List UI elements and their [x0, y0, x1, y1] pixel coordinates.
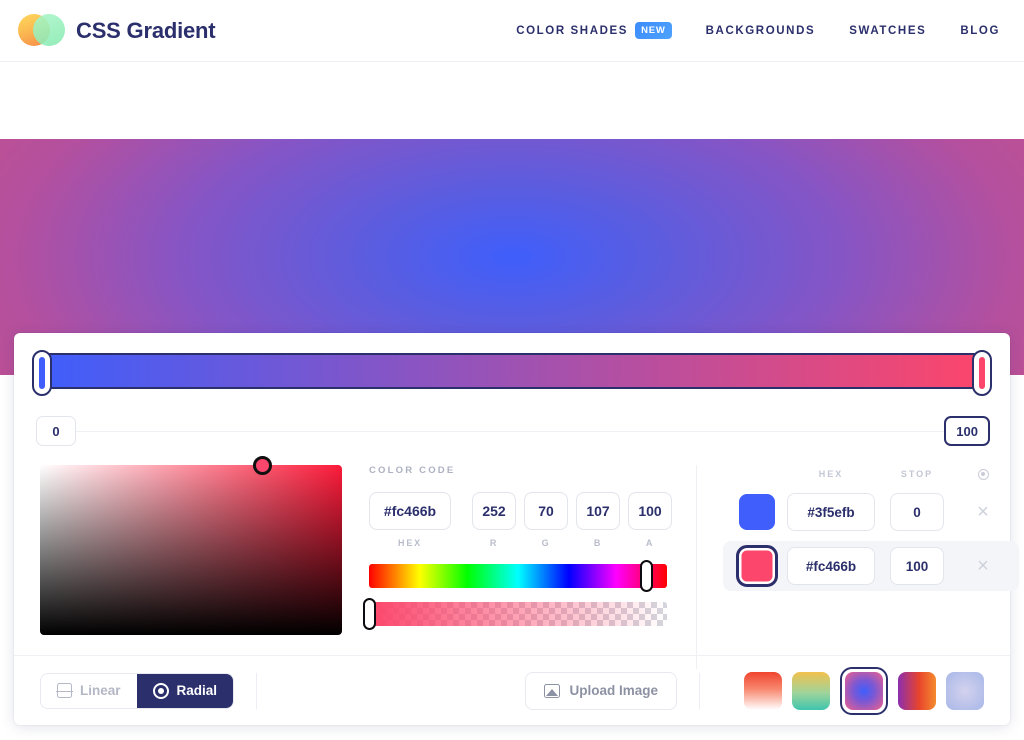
- nav-label-swatches: Swatches: [849, 24, 927, 37]
- stop-color-chip-2[interactable]: [736, 545, 778, 587]
- stop-value-cell-1: [879, 493, 955, 531]
- saturation-value-column: [40, 456, 342, 669]
- preset-swatch-strip: [744, 666, 984, 715]
- gradient-preview-strip[interactable]: [32, 350, 992, 396]
- image-icon: [544, 683, 561, 698]
- blue-field-label: B: [593, 538, 603, 548]
- color-code-label: Color Code: [369, 465, 456, 476]
- gradient-handle-end[interactable]: [972, 350, 992, 396]
- radial-gradient-icon: [152, 682, 169, 699]
- delete-stop-icon-1[interactable]: ×: [977, 502, 989, 522]
- red-input[interactable]: [472, 492, 516, 530]
- stop-hex-cell-1: [783, 493, 879, 531]
- stop-delete-cell-2: ×: [955, 556, 1011, 576]
- color-stop-list: HEX STOP ×: [696, 465, 1019, 669]
- alpha-field-label: A: [645, 538, 655, 548]
- alpha-field-group: A: [628, 492, 672, 548]
- preset-swatch-5[interactable]: [946, 671, 984, 710]
- nav-item-color-shades[interactable]: Color Shades NEW: [516, 22, 672, 39]
- red-field-label: R: [489, 538, 499, 548]
- green-field-label: G: [541, 538, 551, 548]
- saturation-value-box[interactable]: [40, 456, 342, 635]
- handle-color-start: [39, 357, 45, 389]
- blue-field-group: B: [576, 492, 620, 548]
- gradient-editor-card: 0 100 Color Code HEX R: [14, 333, 1019, 725]
- gradient-strip-area: [14, 333, 1010, 409]
- stop-hex-input-2[interactable]: [787, 547, 875, 585]
- two-circles-logo: [18, 13, 65, 48]
- radial-type-label: Radial: [176, 683, 218, 698]
- stop-position-end[interactable]: 100: [944, 416, 990, 446]
- stop-list-row-1[interactable]: ×: [723, 487, 1019, 537]
- nav-item-backgrounds[interactable]: Backgrounds: [706, 25, 816, 37]
- header-stop: STOP: [900, 469, 934, 479]
- nav-badge-new: NEW: [635, 22, 672, 39]
- hue-slider[interactable]: [369, 560, 667, 592]
- stop-color-chip-1[interactable]: [739, 494, 775, 530]
- stop-position-row: 0 100: [36, 409, 990, 453]
- stop-value-input-1[interactable]: [890, 493, 944, 531]
- header-actions: [955, 468, 1011, 480]
- handle-color-end: [979, 357, 985, 389]
- preset-wrap-5: [946, 671, 984, 710]
- preset-swatch-2[interactable]: [792, 671, 830, 710]
- header-hex: HEX: [818, 469, 844, 479]
- brand-name: CSS Gradient: [76, 17, 216, 43]
- stop-swatch-cell-2: [731, 545, 783, 587]
- alpha-slider[interactable]: [363, 598, 667, 630]
- stop-list-row-2[interactable]: ×: [723, 541, 1019, 591]
- alpha-slider-handle[interactable]: [363, 598, 376, 630]
- color-picker-body: Color Code HEX R G B: [14, 453, 1019, 669]
- stop-delete-cell-1: ×: [955, 502, 1011, 522]
- green-field-group: G: [524, 492, 568, 548]
- preset-wrap-3: [840, 666, 888, 715]
- linear-gradient-icon: [56, 683, 73, 698]
- stop-list-header: HEX STOP: [723, 465, 1019, 483]
- red-field-group: R: [472, 492, 516, 548]
- editor-toolbar: Linear Radial Upload Image: [14, 655, 1010, 725]
- nav-item-blog[interactable]: Blog: [960, 25, 1000, 37]
- linear-type-label: Linear: [80, 683, 121, 698]
- hex-field-group: HEX: [369, 492, 451, 548]
- logo-circle-green: [33, 13, 65, 46]
- color-code-inputs: HEX R G B A: [369, 492, 672, 548]
- preset-wrap-1: [744, 671, 782, 710]
- toolbar-divider-left: [256, 672, 258, 709]
- color-code-column: Color Code HEX R G B: [342, 465, 672, 669]
- stop-hex-cell-2: [783, 547, 879, 585]
- add-stop-icon[interactable]: [977, 468, 989, 480]
- nav-label-blog: Blog: [960, 24, 1000, 37]
- gradient-handle-start[interactable]: [32, 350, 52, 396]
- stop-value-cell-2: [879, 547, 955, 585]
- site-header: CSS Gradient Color Shades NEW Background…: [0, 0, 1024, 62]
- nav-label-color-shades: Color Shades: [516, 24, 629, 37]
- preset-wrap-4: [898, 671, 936, 710]
- hue-slider-handle[interactable]: [640, 560, 654, 592]
- brand-logo-link[interactable]: CSS Gradient: [18, 13, 216, 48]
- linear-type-button[interactable]: Linear: [41, 673, 137, 708]
- toolbar-divider-right: [699, 672, 700, 709]
- upload-image-label: Upload Image: [569, 683, 658, 698]
- nav-label-backgrounds: Backgrounds: [705, 24, 816, 37]
- hex-field-label: HEX: [398, 538, 422, 548]
- preset-swatch-3[interactable]: [845, 671, 883, 710]
- green-input[interactable]: [524, 492, 568, 530]
- saturation-value-cursor[interactable]: [253, 456, 272, 475]
- stop-position-start[interactable]: 0: [36, 416, 76, 446]
- nav-item-swatches[interactable]: Swatches: [849, 25, 926, 37]
- gradient-type-toggle: Linear Radial: [40, 672, 235, 709]
- preset-swatch-4[interactable]: [898, 671, 936, 710]
- alpha-input[interactable]: [628, 492, 672, 530]
- preset-wrap-2: [792, 671, 830, 710]
- stop-swatch-cell-1: [731, 494, 783, 530]
- blue-input[interactable]: [576, 492, 620, 530]
- stop-value-input-2[interactable]: [890, 547, 944, 585]
- preset-swatch-1[interactable]: [744, 671, 782, 710]
- delete-stop-icon-2[interactable]: ×: [977, 556, 989, 576]
- radial-type-button[interactable]: Radial: [136, 673, 234, 708]
- hex-input[interactable]: [369, 492, 451, 530]
- stop-hex-input-1[interactable]: [787, 493, 875, 531]
- upload-image-button[interactable]: Upload Image: [525, 671, 677, 710]
- main-nav: Color Shades NEW Backgrounds Swatches Bl…: [516, 22, 1000, 39]
